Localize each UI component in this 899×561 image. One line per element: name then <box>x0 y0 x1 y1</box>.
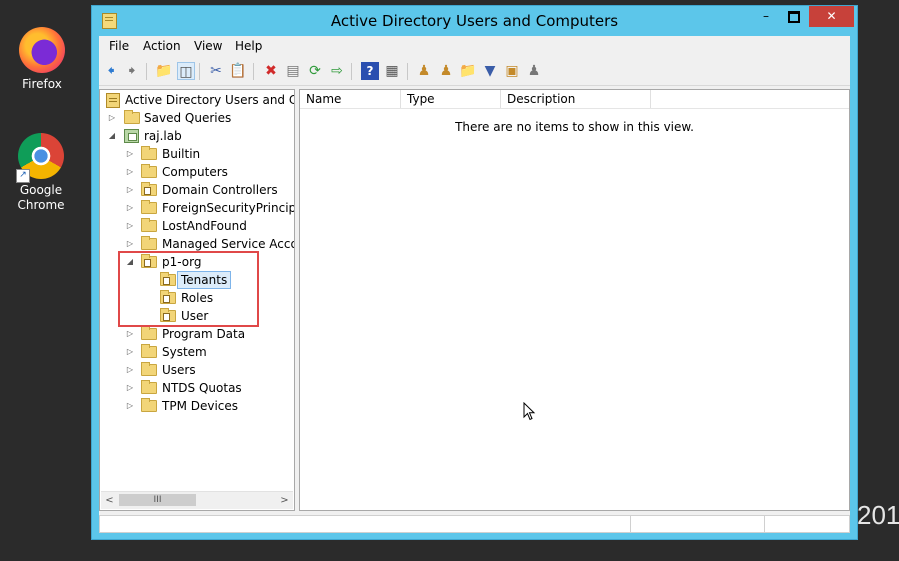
folder-icon <box>141 146 157 160</box>
collapse-arrow-icon[interactable]: ◢ <box>107 127 117 145</box>
folder-icon <box>141 380 157 394</box>
close-icon: ✕ <box>826 9 837 23</box>
tree-horizontal-scrollbar[interactable]: < III > <box>101 491 293 509</box>
scroll-thumb[interactable]: III <box>119 494 196 506</box>
toolbar-separator <box>407 63 408 80</box>
export-list-icon[interactable]: ⇨ <box>328 62 346 80</box>
menu-bar: File Action View Help <box>99 36 850 56</box>
menu-view[interactable]: View <box>194 39 222 53</box>
expand-arrow-icon[interactable]: ▷ <box>107 109 117 127</box>
scroll-left-button[interactable]: < <box>101 492 118 509</box>
status-bar <box>99 515 850 533</box>
folder-icon <box>124 110 140 124</box>
back-icon[interactable]: 🠸 <box>102 62 120 80</box>
folder-icon <box>141 326 157 340</box>
maximize-icon <box>788 10 800 23</box>
expand-arrow-icon[interactable]: ▷ <box>125 361 135 379</box>
header-divider <box>300 108 849 109</box>
cut-icon[interactable]: ✂ <box>207 62 225 80</box>
column-header-description[interactable]: Description <box>501 90 651 108</box>
folder-icon <box>141 200 157 214</box>
toolbar-separator <box>351 63 352 80</box>
status-divider <box>764 516 765 532</box>
tree-item-label: TPM Devices <box>162 399 239 413</box>
minimize-button[interactable]: – <box>753 6 779 27</box>
title-bar[interactable]: Active Directory Users and Computers – ✕ <box>92 6 857 36</box>
tree-item-label: LostAndFound <box>162 219 247 233</box>
expand-arrow-icon[interactable]: ▷ <box>125 325 135 343</box>
toolbar: 🠸 🠺 📁 ◫ ✂ 📋 ✖ ▤ ⟳ ⇨ ? ▦ ♟ ♟ 📁 ▼ ▣ ♟ <box>99 58 850 86</box>
delegate-control-icon[interactable]: ♟ <box>525 62 543 80</box>
desktop-background-text: 201 <box>857 500 899 530</box>
tree-item-label: ForeignSecurityPrincipals <box>162 201 294 215</box>
shortcut-arrow-icon: ↗ <box>16 169 30 183</box>
tree-item-label: Active Directory Users and Com <box>125 93 294 107</box>
filter-icon[interactable]: ▼ <box>481 62 499 80</box>
folder-icon <box>141 164 157 178</box>
firefox-icon <box>19 27 65 73</box>
status-divider <box>630 516 631 532</box>
chrome-icon: ↗ <box>16 133 64 183</box>
expand-arrow-icon[interactable]: ▷ <box>125 217 135 235</box>
up-folder-icon[interactable]: 📁 <box>155 62 173 80</box>
folder-icon <box>141 344 157 358</box>
expand-arrow-icon[interactable]: ▷ <box>125 397 135 415</box>
desktop-icon-label: Google Chrome <box>17 183 65 212</box>
tree-item-label: Computers <box>162 165 228 179</box>
tree-item-label: NTDS Quotas <box>162 381 242 395</box>
tree-item-label: Domain Controllers <box>162 183 278 197</box>
new-group-icon[interactable]: ♟ <box>437 62 455 80</box>
aduc-root-icon <box>106 93 120 108</box>
details-pane[interactable]: Name Type Description There are no items… <box>299 89 850 511</box>
toolbar-separator <box>199 63 200 80</box>
maximize-button[interactable] <box>781 6 807 27</box>
tree-item-label: Saved Queries <box>144 111 232 125</box>
scroll-right-button[interactable]: > <box>276 492 293 509</box>
tree-item-label: Builtin <box>162 147 201 161</box>
folder-icon <box>141 218 157 232</box>
minimize-icon: – <box>763 9 769 23</box>
toolbar-separator <box>146 63 147 80</box>
delete-icon[interactable]: ✖ <box>262 62 280 80</box>
properties-icon[interactable]: ▤ <box>284 62 302 80</box>
add-to-group-icon[interactable]: ▣ <box>503 62 521 80</box>
menu-action[interactable]: Action <box>143 39 181 53</box>
menu-help[interactable]: Help <box>235 39 262 53</box>
help-icon[interactable]: ? <box>361 62 379 80</box>
expand-arrow-icon[interactable]: ▷ <box>125 145 135 163</box>
ou-icon <box>141 182 157 196</box>
desktop-icon-firefox[interactable]: Firefox <box>2 27 82 92</box>
toolbar-separator <box>253 63 254 80</box>
mouse-cursor-icon <box>523 402 536 421</box>
desktop-icon-label: Firefox <box>22 77 62 91</box>
folder-icon <box>141 398 157 412</box>
annotation-highlight-box <box>118 251 259 327</box>
show-action-pane-icon[interactable]: ▦ <box>383 62 401 80</box>
folder-icon <box>141 362 157 376</box>
expand-arrow-icon[interactable]: ▷ <box>125 181 135 199</box>
paste-icon[interactable]: 📋 <box>229 62 247 80</box>
tree-item-label: Program Data <box>162 327 246 341</box>
window-title: Active Directory Users and Computers <box>330 12 619 30</box>
column-header-type[interactable]: Type <box>401 90 501 108</box>
expand-arrow-icon[interactable]: ▷ <box>125 343 135 361</box>
domain-icon <box>124 129 139 143</box>
expand-arrow-icon[interactable]: ▷ <box>125 199 135 217</box>
desktop-icon-google-chrome[interactable]: ↗ Google Chrome <box>1 133 81 213</box>
expand-arrow-icon[interactable]: ▷ <box>125 379 135 397</box>
empty-list-message: There are no items to show in this view. <box>455 120 694 134</box>
folder-icon <box>141 236 157 250</box>
expand-arrow-icon[interactable]: ▷ <box>125 163 135 181</box>
tree-item-label: raj.lab <box>144 129 182 143</box>
forward-icon[interactable]: 🠺 <box>123 62 141 80</box>
menu-file[interactable]: File <box>109 39 129 53</box>
close-button[interactable]: ✕ <box>809 6 854 27</box>
tree-item-label: System <box>162 345 207 359</box>
column-header-name[interactable]: Name <box>300 90 401 108</box>
refresh-icon[interactable]: ⟳ <box>306 62 324 80</box>
tree-item-label: Users <box>162 363 196 377</box>
new-ou-icon[interactable]: 📁 <box>459 62 477 80</box>
show-hide-console-tree-icon[interactable]: ◫ <box>177 62 195 80</box>
new-user-icon[interactable]: ♟ <box>415 62 433 80</box>
